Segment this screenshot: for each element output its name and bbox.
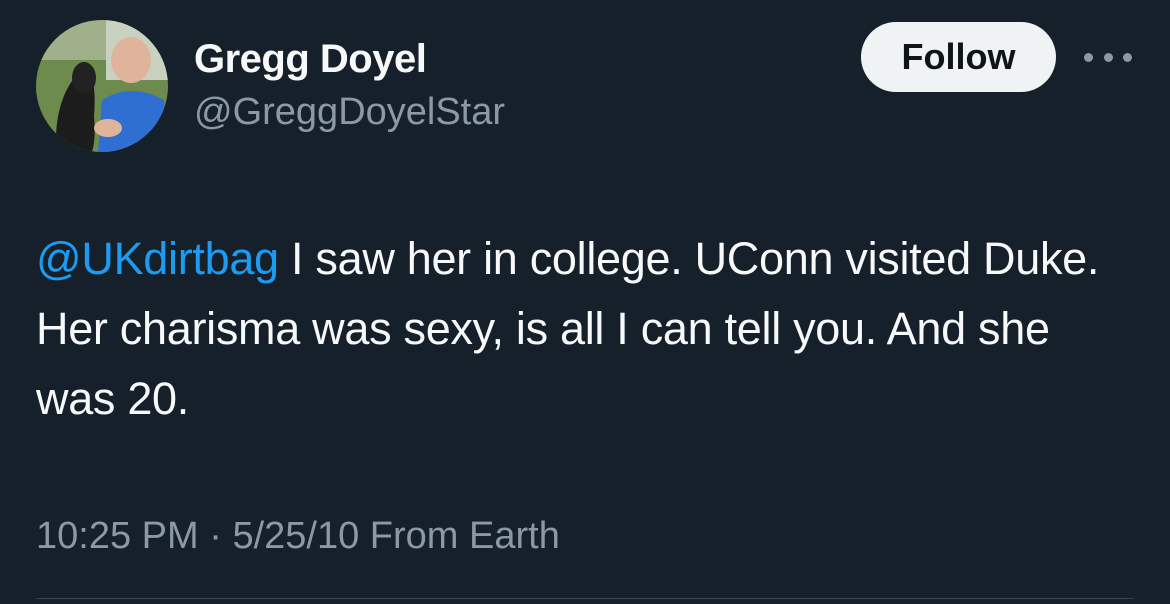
- more-dot: [1103, 52, 1113, 62]
- tweet-card: Gregg Doyel @GreggDoyelStar Follow @UKdi…: [0, 0, 1170, 604]
- tweet-meta: 10:25 PM · 5/25/10 From Earth: [36, 508, 560, 564]
- author-info: Gregg Doyel @GreggDoyelStar: [194, 36, 505, 134]
- divider: [36, 598, 1134, 599]
- tweet-date[interactable]: 5/25/10: [232, 515, 359, 557]
- avatar-photo: [36, 20, 168, 152]
- avatar[interactable]: [36, 20, 168, 152]
- display-name[interactable]: Gregg Doyel: [194, 36, 505, 82]
- mention-link[interactable]: @UKdirtbag: [36, 233, 279, 284]
- follow-button[interactable]: Follow: [861, 22, 1056, 92]
- tweet-time[interactable]: 10:25 PM: [36, 515, 199, 557]
- tweet-location: From Earth: [359, 515, 560, 557]
- more-dot: [1123, 52, 1132, 62]
- tweet-text: @UKdirtbag I saw her in college. UConn v…: [36, 224, 1136, 434]
- user-handle[interactable]: @GreggDoyelStar: [194, 90, 505, 134]
- more-horizontal-icon[interactable]: [1084, 46, 1132, 68]
- meta-separator: ·: [198, 515, 233, 557]
- more-dot: [1084, 52, 1093, 62]
